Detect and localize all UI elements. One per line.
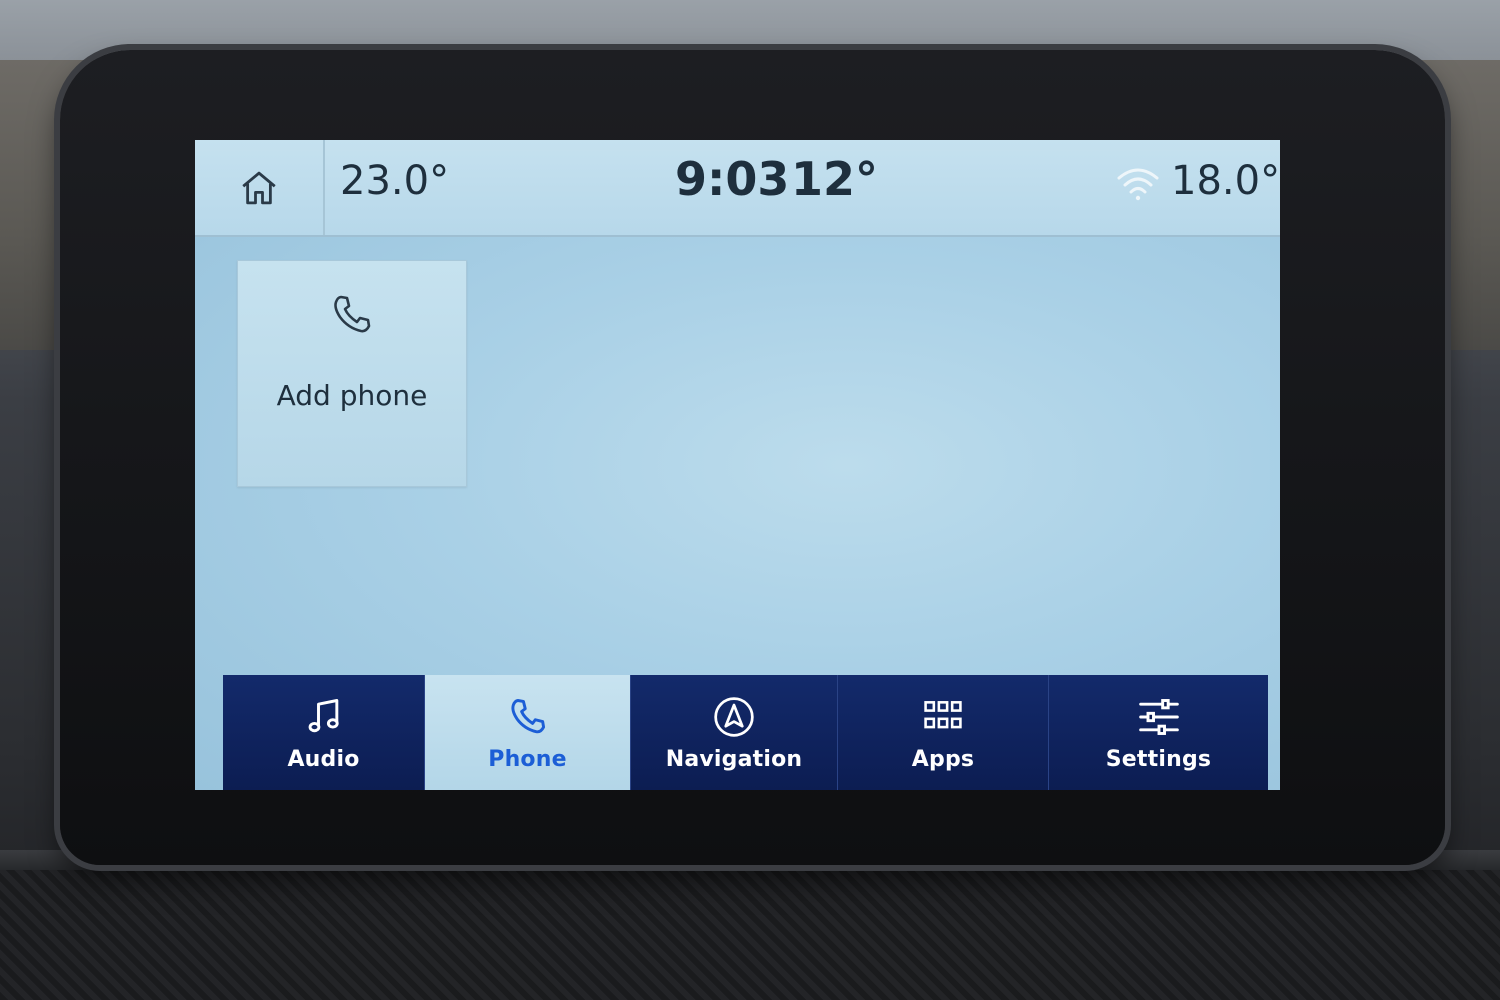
phone-icon: [510, 699, 545, 734]
car-interior-scene: 23.0° 9:03 12° 18.0° Add phone Audio Pho…: [0, 0, 1500, 1000]
nav-item-navigation[interactable]: Navigation: [631, 675, 838, 790]
outside-temperature: 12°: [791, 152, 879, 206]
passenger-temperature[interactable]: 18.0°: [1171, 158, 1280, 204]
dashboard-trim: [0, 870, 1500, 1000]
navigation-icon: [714, 697, 754, 737]
add-phone-label: Add phone: [276, 379, 428, 412]
music-note-icon: [308, 699, 339, 733]
bottom-nav-bar: Audio Phone Navigation Apps Settings: [223, 675, 1268, 790]
sliders-icon: [1138, 699, 1179, 735]
wifi-icon: [1117, 168, 1159, 201]
home-button[interactable]: [195, 140, 325, 235]
nav-item-label: Audio: [287, 747, 360, 772]
home-icon: [242, 171, 276, 204]
add-phone-tile[interactable]: Add phone: [237, 260, 467, 487]
nav-item-label: Settings: [1105, 747, 1212, 772]
apps-grid-icon: [924, 701, 962, 729]
infotainment-display: 23.0° 9:03 12° 18.0° Add phone Audio Pho…: [195, 140, 1280, 790]
nav-item-settings[interactable]: Settings: [1049, 675, 1268, 790]
nav-item-apps[interactable]: Apps: [838, 675, 1049, 790]
driver-temperature[interactable]: 23.0°: [340, 158, 449, 204]
nav-item-phone[interactable]: Phone: [425, 675, 631, 790]
phone-icon: [334, 295, 371, 333]
status-bar: 23.0° 9:03 12° 18.0°: [195, 140, 1280, 237]
nav-item-label: Apps: [911, 747, 975, 772]
nav-item-label: Navigation: [665, 747, 803, 772]
nav-item-audio[interactable]: Audio: [223, 675, 425, 790]
nav-item-label: Phone: [488, 747, 567, 772]
clock: 9:03: [675, 152, 790, 206]
